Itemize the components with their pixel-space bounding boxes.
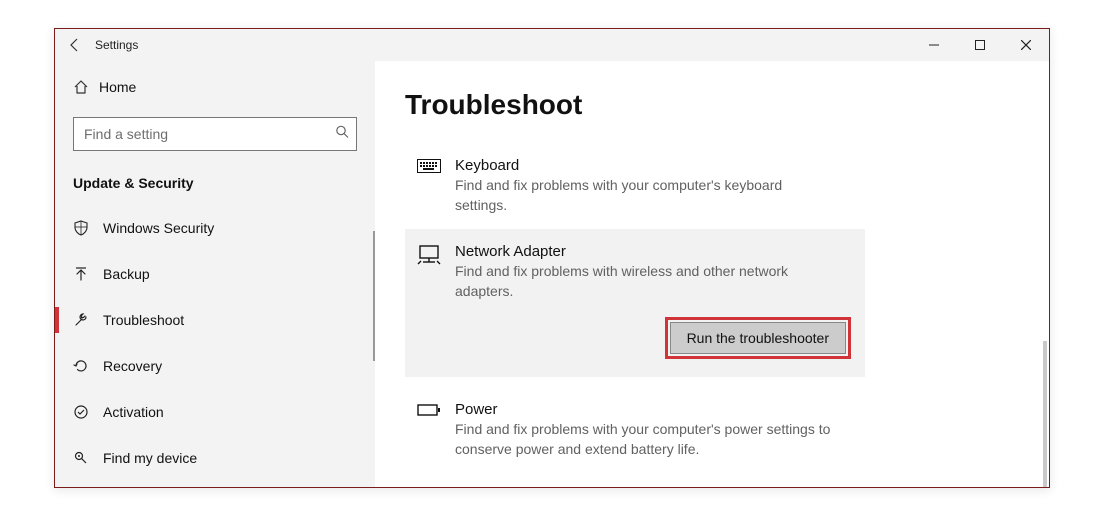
wrench-icon (73, 312, 103, 328)
sidebar: Home Update & Security Windows Security (55, 61, 375, 487)
run-button-highlight: Run the troubleshooter (665, 317, 851, 359)
sidebar-item-backup[interactable]: Backup (55, 251, 375, 297)
back-button[interactable] (55, 29, 95, 61)
network-adapter-icon (417, 243, 441, 359)
sidebar-item-windows-security[interactable]: Windows Security (55, 205, 375, 251)
sidebar-item-find-my-device[interactable]: Find my device (55, 435, 375, 481)
main-pane: Troubleshoot Keyboard Find and fix probl… (375, 61, 1049, 487)
sidebar-item-recovery[interactable]: Recovery (55, 343, 375, 389)
sidebar-item-activation[interactable]: Activation (55, 389, 375, 435)
troubleshooter-network-adapter[interactable]: Network Adapter Find and fix problems wi… (405, 229, 865, 377)
maximize-button[interactable] (957, 29, 1003, 61)
recovery-icon (73, 358, 103, 374)
sidebar-item-troubleshoot[interactable]: Troubleshoot (55, 297, 375, 343)
home-label: Home (99, 79, 136, 95)
troubleshooter-title: Power (455, 401, 835, 418)
sidebar-item-label: Troubleshoot (103, 312, 184, 328)
back-arrow-icon (67, 37, 83, 53)
maximize-icon (975, 40, 985, 50)
sidebar-item-label: Activation (103, 404, 164, 420)
main-scrollbar[interactable] (1043, 341, 1047, 487)
sidebar-home[interactable]: Home (55, 69, 375, 105)
titlebar: Settings (55, 29, 1049, 61)
troubleshooter-title: Keyboard (455, 157, 835, 174)
sidebar-item-label: Recovery (103, 358, 162, 374)
search-wrap (73, 117, 357, 151)
troubleshooter-title: Network Adapter (455, 243, 853, 260)
search-input[interactable] (73, 117, 357, 151)
minimize-button[interactable] (911, 29, 957, 61)
troubleshooter-desc: Find and fix problems with your computer… (455, 176, 835, 215)
category-header: Update & Security (55, 169, 375, 205)
sidebar-item-label: Find my device (103, 450, 197, 466)
sidebar-item-label: Windows Security (103, 220, 214, 236)
shield-icon (73, 220, 103, 236)
troubleshooter-keyboard[interactable]: Keyboard Find and fix problems with your… (405, 143, 865, 229)
sidebar-item-label: Backup (103, 266, 150, 282)
backup-icon (73, 266, 103, 282)
troubleshooter-power[interactable]: Power Find and fix problems with your co… (405, 387, 865, 473)
check-circle-icon (73, 404, 103, 420)
home-icon (73, 79, 99, 95)
window-body: Home Update & Security Windows Security (55, 61, 1049, 487)
location-icon (73, 450, 103, 466)
troubleshooter-program-compatibility[interactable]: Program Compatibility Troubleshooter Fin… (405, 474, 865, 487)
troubleshooter-desc: Find and fix problems with wireless and … (455, 262, 835, 301)
app-title: Settings (95, 38, 138, 52)
troubleshooter-desc: Find and fix problems with your computer… (455, 420, 835, 459)
power-icon (417, 401, 441, 459)
settings-window: Settings Home (54, 28, 1050, 488)
page-title: Troubleshoot (405, 89, 1019, 121)
run-troubleshooter-button[interactable]: Run the troubleshooter (670, 322, 846, 354)
minimize-icon (929, 40, 939, 50)
keyboard-icon (417, 157, 441, 215)
close-button[interactable] (1003, 29, 1049, 61)
caption-buttons (911, 29, 1049, 61)
search-icon (335, 125, 349, 144)
close-icon (1021, 40, 1031, 50)
